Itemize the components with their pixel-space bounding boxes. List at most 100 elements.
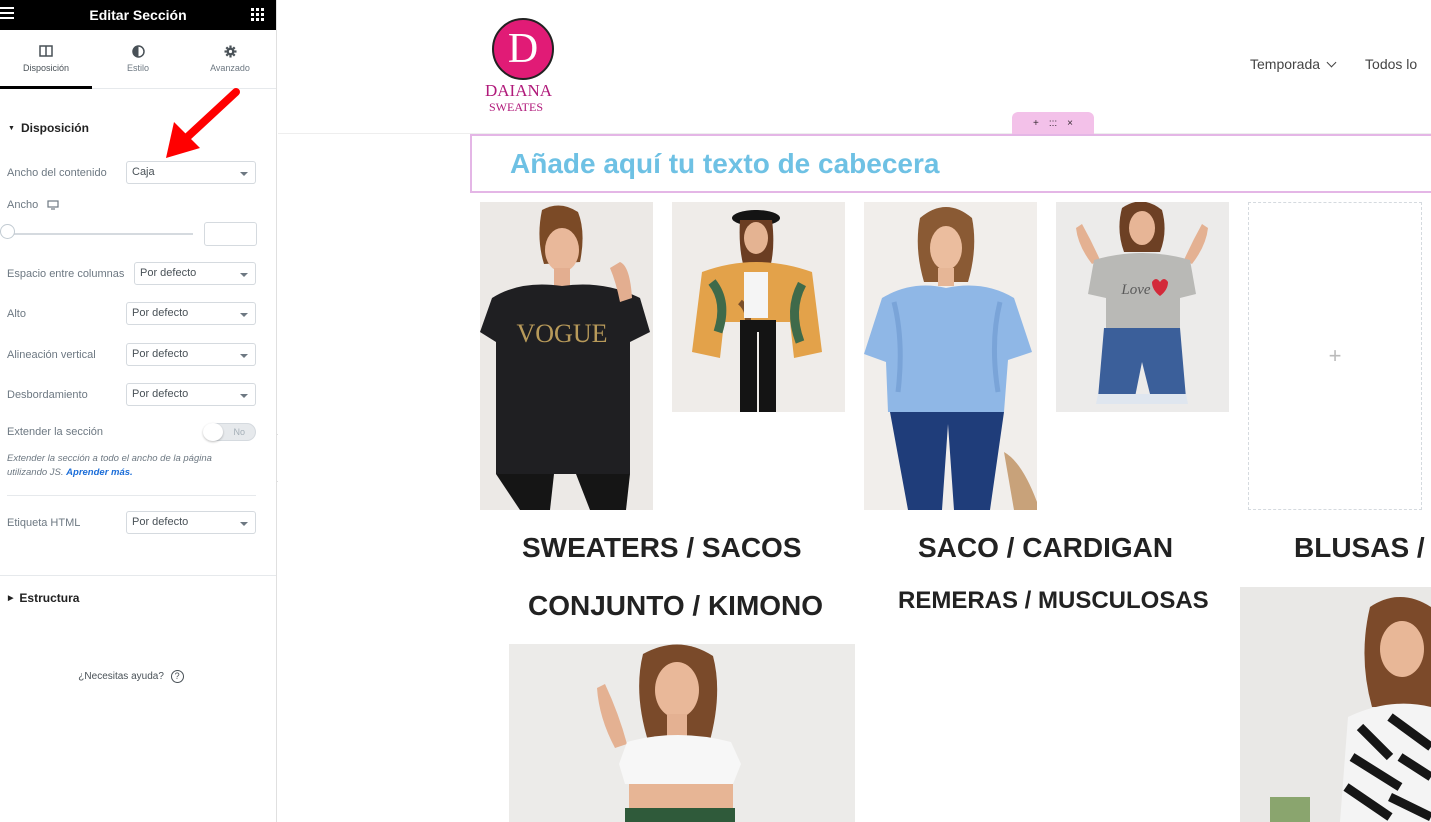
menu-icon[interactable] xyxy=(0,7,14,21)
logo-name: DAIANA xyxy=(485,81,553,100)
column-gap-value: Por defecto xyxy=(140,267,197,279)
panel-header: Editar Sección xyxy=(0,0,276,30)
site-logo[interactable]: D xyxy=(492,18,554,80)
nav-item-todos[interactable]: Todos lo xyxy=(1365,56,1417,72)
move-section-handle[interactable]: ::: xyxy=(1049,118,1057,129)
nav-todos-label: Todos lo xyxy=(1365,56,1418,72)
divider xyxy=(7,495,256,496)
section-structure-toggle[interactable]: ▶ Estructura xyxy=(8,591,79,605)
control-stretch-section: Extender la sección No xyxy=(7,423,256,441)
section-structure-title: Estructura xyxy=(19,591,80,605)
product-image-vogue-tee[interactable]: VOGUE xyxy=(480,202,653,510)
add-section-button[interactable]: + xyxy=(1033,118,1039,129)
vertical-align-label: Alineación vertical xyxy=(7,348,96,361)
nav-temporada-label: Temporada xyxy=(1250,56,1321,72)
width-slider-track[interactable] xyxy=(7,233,193,235)
product-image-love-tee[interactable]: Love xyxy=(1056,202,1229,412)
panel-title: Editar Sección xyxy=(89,7,187,23)
control-column-gap: Espacio entre columnas Por defecto xyxy=(7,262,256,285)
tab-style[interactable]: Estilo xyxy=(92,30,184,88)
tab-style-label: Estilo xyxy=(126,63,149,73)
caret-down-icon: ▼ xyxy=(8,124,15,132)
column-gap-label: Espacio entre columnas xyxy=(7,267,125,280)
tab-layout-label: Disposición xyxy=(22,63,70,73)
width-input[interactable] xyxy=(204,222,257,246)
width-slider-handle[interactable] xyxy=(0,224,15,239)
content-width-label: Ancho del contenido xyxy=(7,166,107,179)
control-height: Alto Por defecto xyxy=(7,302,256,325)
category-remeras[interactable]: REMERAS / MUSCULOSAS xyxy=(898,587,1209,615)
content-width-value: Caja xyxy=(132,166,155,178)
learn-more-link[interactable]: Aprender más. xyxy=(66,467,133,478)
question-circle-icon: ? xyxy=(170,670,184,683)
control-html-tag: Etiqueta HTML Por defecto xyxy=(7,511,256,534)
height-label: Alto xyxy=(7,307,26,320)
empty-column-add[interactable]: + xyxy=(1248,202,1422,510)
delete-section-button[interactable]: × xyxy=(1067,118,1073,129)
vogue-print: VOGUE xyxy=(517,319,608,348)
vertical-align-select[interactable]: Por defecto xyxy=(126,343,256,366)
category-conjunto-kimono[interactable]: CONJUNTO / KIMONO xyxy=(528,590,823,622)
stretch-toggle[interactable]: No xyxy=(203,423,256,441)
html-tag-value: Por defecto xyxy=(132,516,189,528)
height-value: Por defecto xyxy=(132,307,189,319)
overflow-label: Desbordamiento xyxy=(7,388,88,401)
screen: Editar Sección Disposición Estilo Avanza… xyxy=(0,0,1431,822)
columns-icon xyxy=(39,44,53,58)
overflow-value: Por defecto xyxy=(132,388,189,400)
site-nav: Temporada Todos lo xyxy=(1250,56,1431,72)
content-width-select[interactable]: Caja xyxy=(126,161,256,184)
overflow-select[interactable]: Por defecto xyxy=(126,383,256,406)
height-select[interactable]: Por defecto xyxy=(126,302,256,325)
category-blusas[interactable]: BLUSAS / xyxy=(1294,532,1425,564)
dropdown-caret-icon xyxy=(240,354,248,358)
tab-advanced-label: Avanzado xyxy=(210,63,250,73)
chevron-down-icon xyxy=(1326,57,1337,67)
nav-item-temporada[interactable]: Temporada xyxy=(1250,56,1337,72)
product-image-blue-blouse[interactable] xyxy=(864,202,1037,510)
tab-layout[interactable]: Disposición xyxy=(0,30,92,89)
section-handle: + ::: × xyxy=(1012,112,1094,134)
help-label: ¿Necesitas ayuda? xyxy=(78,671,164,683)
product-image-kimono[interactable] xyxy=(672,202,845,412)
dropdown-caret-icon xyxy=(240,522,248,526)
toggle-knob xyxy=(203,423,223,441)
dropdown-caret-icon xyxy=(240,313,248,317)
control-width: Ancho xyxy=(7,198,256,212)
category-sweaters[interactable]: SWEATERS / SACOS xyxy=(522,532,802,564)
section-layout-title: Disposición xyxy=(20,121,89,135)
control-vertical-align: Alineación vertical Por defecto xyxy=(7,343,256,366)
category-saco-cardigan[interactable]: SACO / CARDIGAN xyxy=(918,532,1173,564)
editor-panel: Editar Sección Disposición Estilo Avanza… xyxy=(0,0,277,822)
html-tag-label: Etiqueta HTML xyxy=(7,516,81,529)
dropdown-caret-icon xyxy=(240,273,248,277)
caret-right-icon: ▶ xyxy=(8,595,14,602)
html-tag-select[interactable]: Por defecto xyxy=(126,511,256,534)
heading-widget[interactable]: Añade aquí tu texto de cabecera xyxy=(470,134,1431,193)
logo-letter: D xyxy=(507,26,539,72)
width-label: Ancho xyxy=(7,199,39,211)
stretch-toggle-value: No xyxy=(233,427,245,437)
apps-grid-icon[interactable] xyxy=(251,8,264,21)
section-layout-toggle[interactable]: ▼ Disposición xyxy=(8,121,89,135)
desktop-icon[interactable] xyxy=(47,200,59,210)
dropdown-caret-icon xyxy=(240,172,248,176)
dropdown-caret-icon xyxy=(240,394,248,398)
column-gap-select[interactable]: Por defecto xyxy=(134,262,256,285)
product-image-crop-top[interactable] xyxy=(509,644,855,822)
stretch-label: Extender la sección xyxy=(7,426,103,438)
site-header: D DAIANA SWEATES Temporada Todos lo xyxy=(278,0,1431,134)
gear-icon xyxy=(224,44,237,58)
logo-tagline: SWEATES xyxy=(489,100,543,114)
control-overflow: Desbordamiento Por defecto xyxy=(7,383,256,406)
half-circle-icon xyxy=(131,44,145,58)
product-image-zebra[interactable] xyxy=(1240,587,1431,822)
panel-tabs: Disposición Estilo Avanzado xyxy=(0,30,276,89)
section-divider xyxy=(0,575,276,576)
heading-text: Añade aquí tu texto de cabecera xyxy=(510,148,940,179)
tab-advanced[interactable]: Avanzado xyxy=(184,30,276,88)
vertical-align-value: Por defecto xyxy=(132,348,189,360)
plus-icon: + xyxy=(1328,343,1342,368)
love-print: Love xyxy=(1120,282,1151,298)
help-link[interactable]: ¿Necesitas ayuda? ? xyxy=(0,670,262,683)
